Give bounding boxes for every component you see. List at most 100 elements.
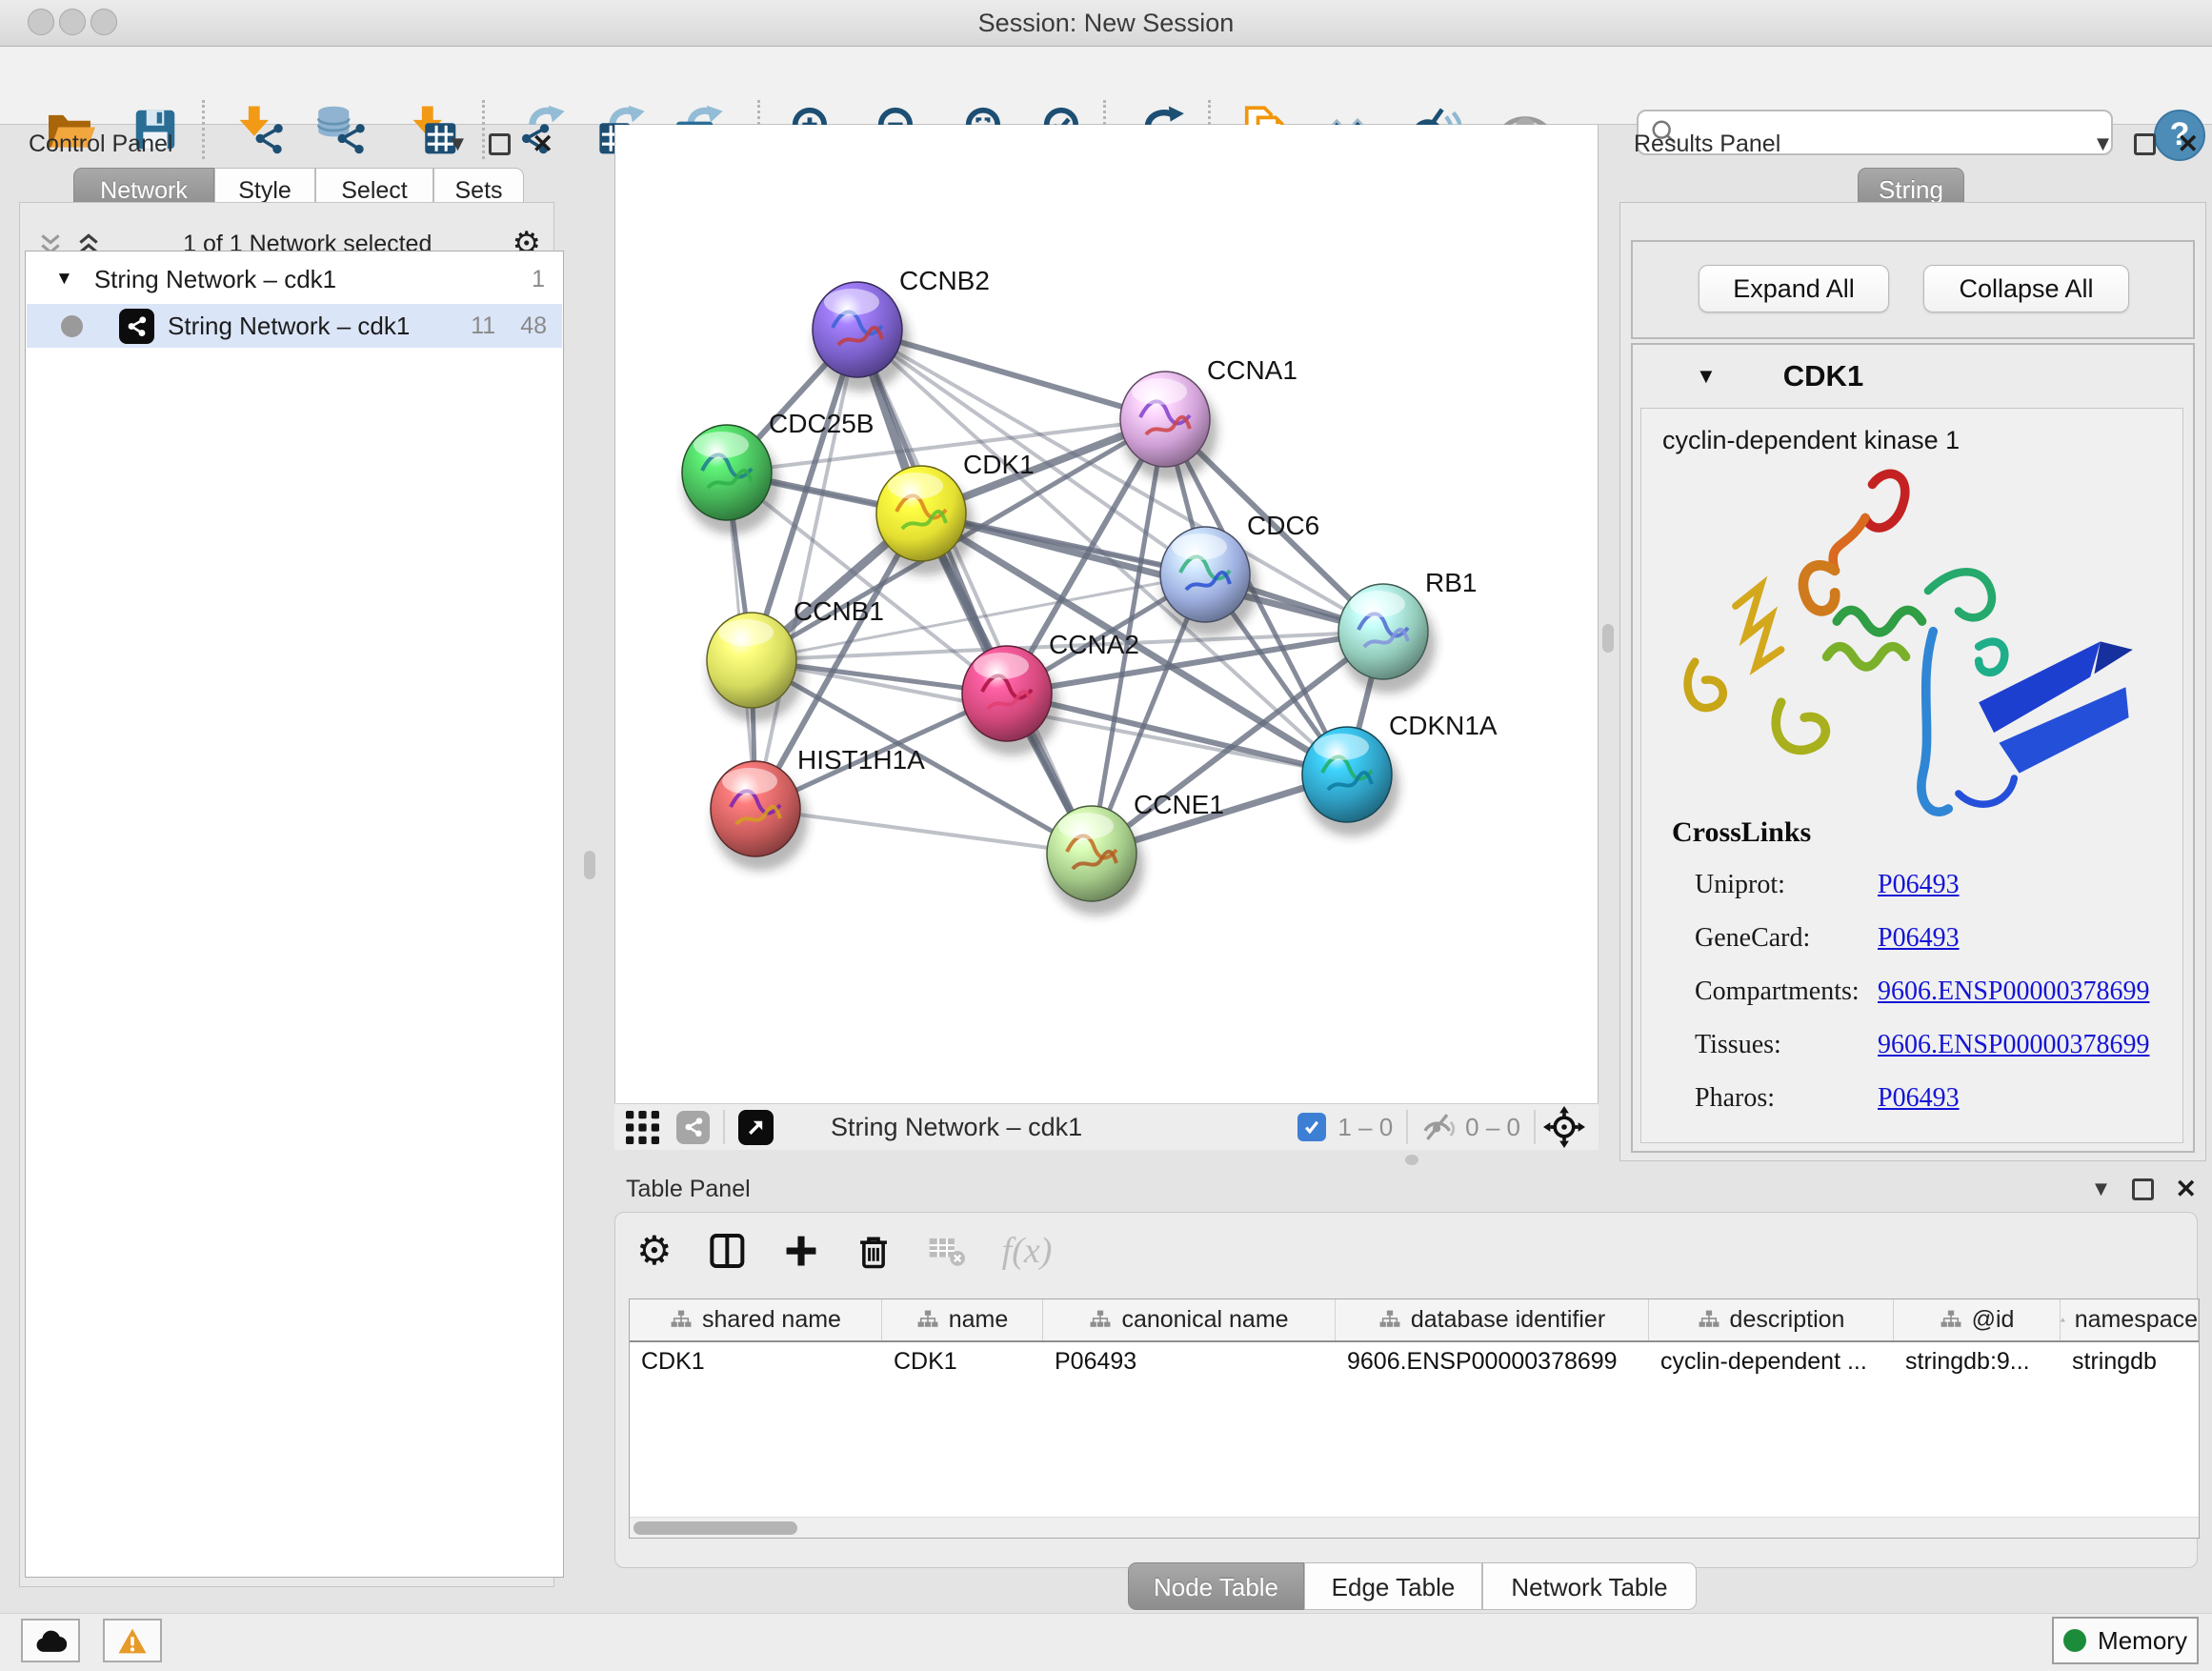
- memory-status-dot-icon: [2063, 1629, 2086, 1652]
- node-CCNB1[interactable]: CCNB1: [707, 596, 884, 722]
- title-bar: Session: New Session: [0, 0, 2212, 47]
- node-label-CDKN1A: CDKN1A: [1389, 711, 1498, 740]
- node-CDC25B[interactable]: CDC25B: [682, 409, 874, 534]
- column-header-namespace[interactable]: namespace: [2061, 1299, 2199, 1340]
- control-panel-title: Control Panel: [29, 131, 172, 158]
- network-collection-row[interactable]: ▼ String Network – cdk1 1: [27, 260, 562, 298]
- selected-checkbox-icon[interactable]: [1297, 1113, 1326, 1141]
- panel-float-icon[interactable]: [2134, 133, 2156, 155]
- right-splitter-handle[interactable]: [1602, 624, 1614, 653]
- birdseye-crosshair-icon[interactable]: [1543, 1106, 1585, 1148]
- crosslink-row: Uniprot:P06493: [1641, 870, 2175, 902]
- panel-menu-icon[interactable]: ▼: [448, 131, 469, 156]
- function-builder-icon: f(x): [1002, 1230, 1053, 1272]
- table-settings-gear-icon[interactable]: ⚙: [636, 1227, 673, 1274]
- crosslink-link[interactable]: P06493: [1878, 870, 1960, 900]
- network-row-selected[interactable]: String Network – cdk1 11 48: [27, 304, 562, 348]
- gene-expander-icon[interactable]: ▼: [1696, 364, 1717, 389]
- node-CCNB2[interactable]: CCNB2: [813, 266, 990, 392]
- crosslink-label: Pharos:: [1695, 1083, 1775, 1114]
- node-CDKN1A[interactable]: CDKN1A: [1302, 711, 1498, 836]
- node-CDK1[interactable]: CDK1: [876, 450, 1035, 575]
- node-label-CCNB1: CCNB1: [794, 596, 884, 626]
- table-cell: cyclin-dependent ...: [1649, 1342, 1894, 1376]
- network-name: String Network – cdk1: [168, 312, 410, 341]
- horizontal-splitter[interactable]: [614, 1150, 1599, 1170]
- table-hscrollbar[interactable]: [630, 1517, 2199, 1539]
- node-HIST1H1A[interactable]: HIST1H1A: [711, 745, 925, 871]
- grid-view-icon[interactable]: [626, 1111, 659, 1144]
- delete-trash-icon[interactable]: [855, 1233, 892, 1269]
- table-cell: 9606.ENSP00000378699: [1336, 1342, 1649, 1376]
- warning-icon: [117, 1627, 148, 1655]
- table-toolbar: ⚙ f(x): [636, 1227, 1052, 1274]
- protein-structure-image: [1675, 466, 2151, 837]
- gene-section-header[interactable]: ▼ CDK1: [1631, 349, 2191, 404]
- crosslink-link[interactable]: P06493: [1878, 1083, 1960, 1114]
- table-panel-header: Table Panel ▼ ✕: [600, 1170, 2212, 1208]
- crosslink-link[interactable]: 9606.ENSP00000378699: [1878, 1030, 2149, 1060]
- column-tree-icon: [1089, 1309, 1112, 1332]
- expand-all-button[interactable]: Expand All: [1699, 265, 1889, 312]
- table-cell: stringdb: [2061, 1342, 2199, 1376]
- column-tree-icon: [1940, 1309, 1962, 1332]
- tab-network-table[interactable]: Network Table: [1482, 1562, 1697, 1610]
- table-cell: P06493: [1043, 1342, 1336, 1376]
- table-panel-title: Table Panel: [626, 1176, 751, 1203]
- table-hscrollbar-thumb[interactable]: [633, 1521, 797, 1535]
- column-header--id[interactable]: @id: [1894, 1299, 2061, 1340]
- left-splitter-handle[interactable]: [584, 851, 595, 879]
- open-in-window-icon[interactable]: [738, 1110, 774, 1145]
- show-columns-icon[interactable]: [709, 1232, 747, 1270]
- tab-edge-table[interactable]: Edge Table: [1304, 1562, 1482, 1610]
- panel-menu-icon[interactable]: ▼: [2093, 131, 2114, 156]
- crosslink-link[interactable]: 9606.ENSP00000378699: [1878, 976, 2149, 1007]
- add-column-plus-icon[interactable]: [783, 1233, 819, 1269]
- warnings-button[interactable]: [103, 1619, 162, 1662]
- panel-menu-icon[interactable]: ▼: [2091, 1177, 2112, 1201]
- node-RB1[interactable]: RB1: [1338, 568, 1477, 694]
- node-CDC6[interactable]: CDC6: [1160, 511, 1319, 636]
- edge-CCNB2-HIST1H1A[interactable]: [755, 330, 857, 809]
- node-label-CDK1: CDK1: [963, 450, 1035, 479]
- memory-button[interactable]: Memory: [2052, 1617, 2199, 1664]
- panel-close-icon[interactable]: ✕: [2177, 130, 2199, 159]
- cloud-button[interactable]: [21, 1619, 80, 1662]
- gene-details: cyclin-dependent kinase 1 CrossLinks Un: [1640, 408, 2183, 1143]
- table-cell: stringdb:9...: [1894, 1342, 2061, 1376]
- node-label-CCNB2: CCNB2: [899, 266, 990, 295]
- table-row[interactable]: CDK1CDK1P064939606.ENSP00000378699cyclin…: [630, 1342, 2199, 1380]
- table-cell: CDK1: [630, 1342, 882, 1376]
- node-table[interactable]: shared namenamecanonical namedatabase id…: [629, 1299, 2200, 1539]
- column-header-name[interactable]: name: [882, 1299, 1043, 1340]
- results-panel-title: Results Panel: [1634, 131, 1780, 158]
- network-list: ▼ String Network – cdk1 1 String Network…: [25, 251, 564, 1578]
- network-node-count: 11: [471, 312, 495, 340]
- network-share-view-icon[interactable]: [676, 1111, 710, 1144]
- column-header-description[interactable]: description: [1649, 1299, 1894, 1340]
- panel-float-icon[interactable]: [489, 133, 511, 155]
- column-header-canonical-name[interactable]: canonical name: [1043, 1299, 1336, 1340]
- collection-expander-icon[interactable]: ▼: [55, 269, 73, 290]
- network-canvas[interactable]: CCNB2 CCNA1 CDC25B CDK1 CDC6 RB1 CCNB1 CCNA2 CDK…: [614, 125, 1599, 1103]
- current-network-dot-icon: [61, 315, 83, 337]
- column-tree-icon: [670, 1309, 693, 1332]
- panel-close-icon[interactable]: ✕: [2175, 1175, 2197, 1204]
- panel-float-icon[interactable]: [2132, 1178, 2154, 1200]
- crosslink-link[interactable]: P06493: [1878, 923, 1960, 954]
- node-label-CCNA1: CCNA1: [1207, 355, 1297, 385]
- column-header-database-identifier[interactable]: database identifier: [1336, 1299, 1649, 1340]
- node-label-CCNA2: CCNA2: [1049, 630, 1139, 659]
- delete-table-icon: [928, 1235, 966, 1267]
- cloud-icon: [34, 1628, 67, 1653]
- column-header-shared-name[interactable]: shared name: [630, 1299, 882, 1340]
- panel-close-icon[interactable]: ✕: [532, 130, 553, 159]
- main-toolbar: ?: [0, 47, 2212, 125]
- hidden-count: 0 – 0: [1465, 1113, 1520, 1142]
- node-label-CDC25B: CDC25B: [769, 409, 874, 438]
- collapse-all-button[interactable]: Collapse All: [1923, 265, 2129, 312]
- node-label-RB1: RB1: [1425, 568, 1477, 597]
- node-label-HIST1H1A: HIST1H1A: [797, 745, 925, 775]
- tab-node-table[interactable]: Node Table: [1128, 1562, 1304, 1610]
- window-title: Session: New Session: [0, 0, 2212, 46]
